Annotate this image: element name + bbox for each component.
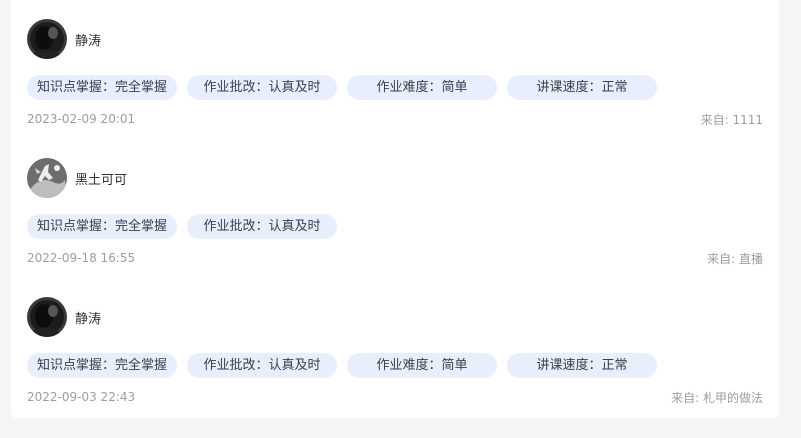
avatar[interactable] <box>27 19 67 59</box>
review-meta: 2022-09-03 22:43 来自: 札甲的做法 <box>27 388 763 406</box>
review-item: 静涛 知识点掌握：完全掌握 作业批改：认真及时 作业难度：简单 讲课速度：正常 … <box>27 19 763 128</box>
review-date: 2022-09-03 22:43 <box>27 390 136 404</box>
review-user: 黑土可可 <box>27 158 763 198</box>
review-meta: 2023-02-09 20:01 来自: 1111 <box>27 110 763 128</box>
review-tags: 知识点掌握：完全掌握 作业批改：认真及时 作业难度：简单 讲课速度：正常 <box>27 75 763 100</box>
review-tags: 知识点掌握：完全掌握 作业批改：认真及时 <box>27 214 763 239</box>
tag-lecture-speed: 讲课速度：正常 <box>507 75 657 100</box>
review-date: 2022-09-18 16:55 <box>27 251 136 265</box>
review-item: 黑土可可 知识点掌握：完全掌握 作业批改：认真及时 2022-09-18 16:… <box>27 158 763 267</box>
username[interactable]: 静涛 <box>75 30 101 49</box>
tag-lecture-speed: 讲课速度：正常 <box>507 353 657 378</box>
review-source: 来自: 札甲的做法 <box>671 390 763 405</box>
dark-portrait-avatar-icon <box>27 297 67 337</box>
username[interactable]: 静涛 <box>75 308 101 327</box>
review-source: 来自: 直播 <box>707 251 763 266</box>
tag-knowledge: 知识点掌握：完全掌握 <box>27 75 177 100</box>
tag-knowledge: 知识点掌握：完全掌握 <box>27 214 177 239</box>
avatar[interactable] <box>27 158 67 198</box>
tag-homework-grading: 作业批改：认真及时 <box>187 75 337 100</box>
tag-homework-difficulty: 作业难度：简单 <box>347 353 497 378</box>
tag-knowledge: 知识点掌握：完全掌握 <box>27 353 177 378</box>
figure-avatar-icon <box>27 158 67 198</box>
reviews-card: 静涛 知识点掌握：完全掌握 作业批改：认真及时 作业难度：简单 讲课速度：正常 … <box>11 0 779 418</box>
username[interactable]: 黑土可可 <box>75 169 127 188</box>
review-date: 2023-02-09 20:01 <box>27 112 136 126</box>
tag-homework-difficulty: 作业难度：简单 <box>347 75 497 100</box>
tag-homework-grading: 作业批改：认真及时 <box>187 353 337 378</box>
dark-portrait-avatar-icon <box>27 19 67 59</box>
tag-homework-grading: 作业批改：认真及时 <box>187 214 337 239</box>
review-meta: 2022-09-18 16:55 来自: 直播 <box>27 249 763 267</box>
review-user: 静涛 <box>27 19 763 59</box>
review-item: 静涛 知识点掌握：完全掌握 作业批改：认真及时 作业难度：简单 讲课速度：正常 … <box>27 297 763 406</box>
review-user: 静涛 <box>27 297 763 337</box>
avatar[interactable] <box>27 297 67 337</box>
review-source: 来自: 1111 <box>700 112 763 127</box>
review-tags: 知识点掌握：完全掌握 作业批改：认真及时 作业难度：简单 讲课速度：正常 <box>27 353 763 378</box>
